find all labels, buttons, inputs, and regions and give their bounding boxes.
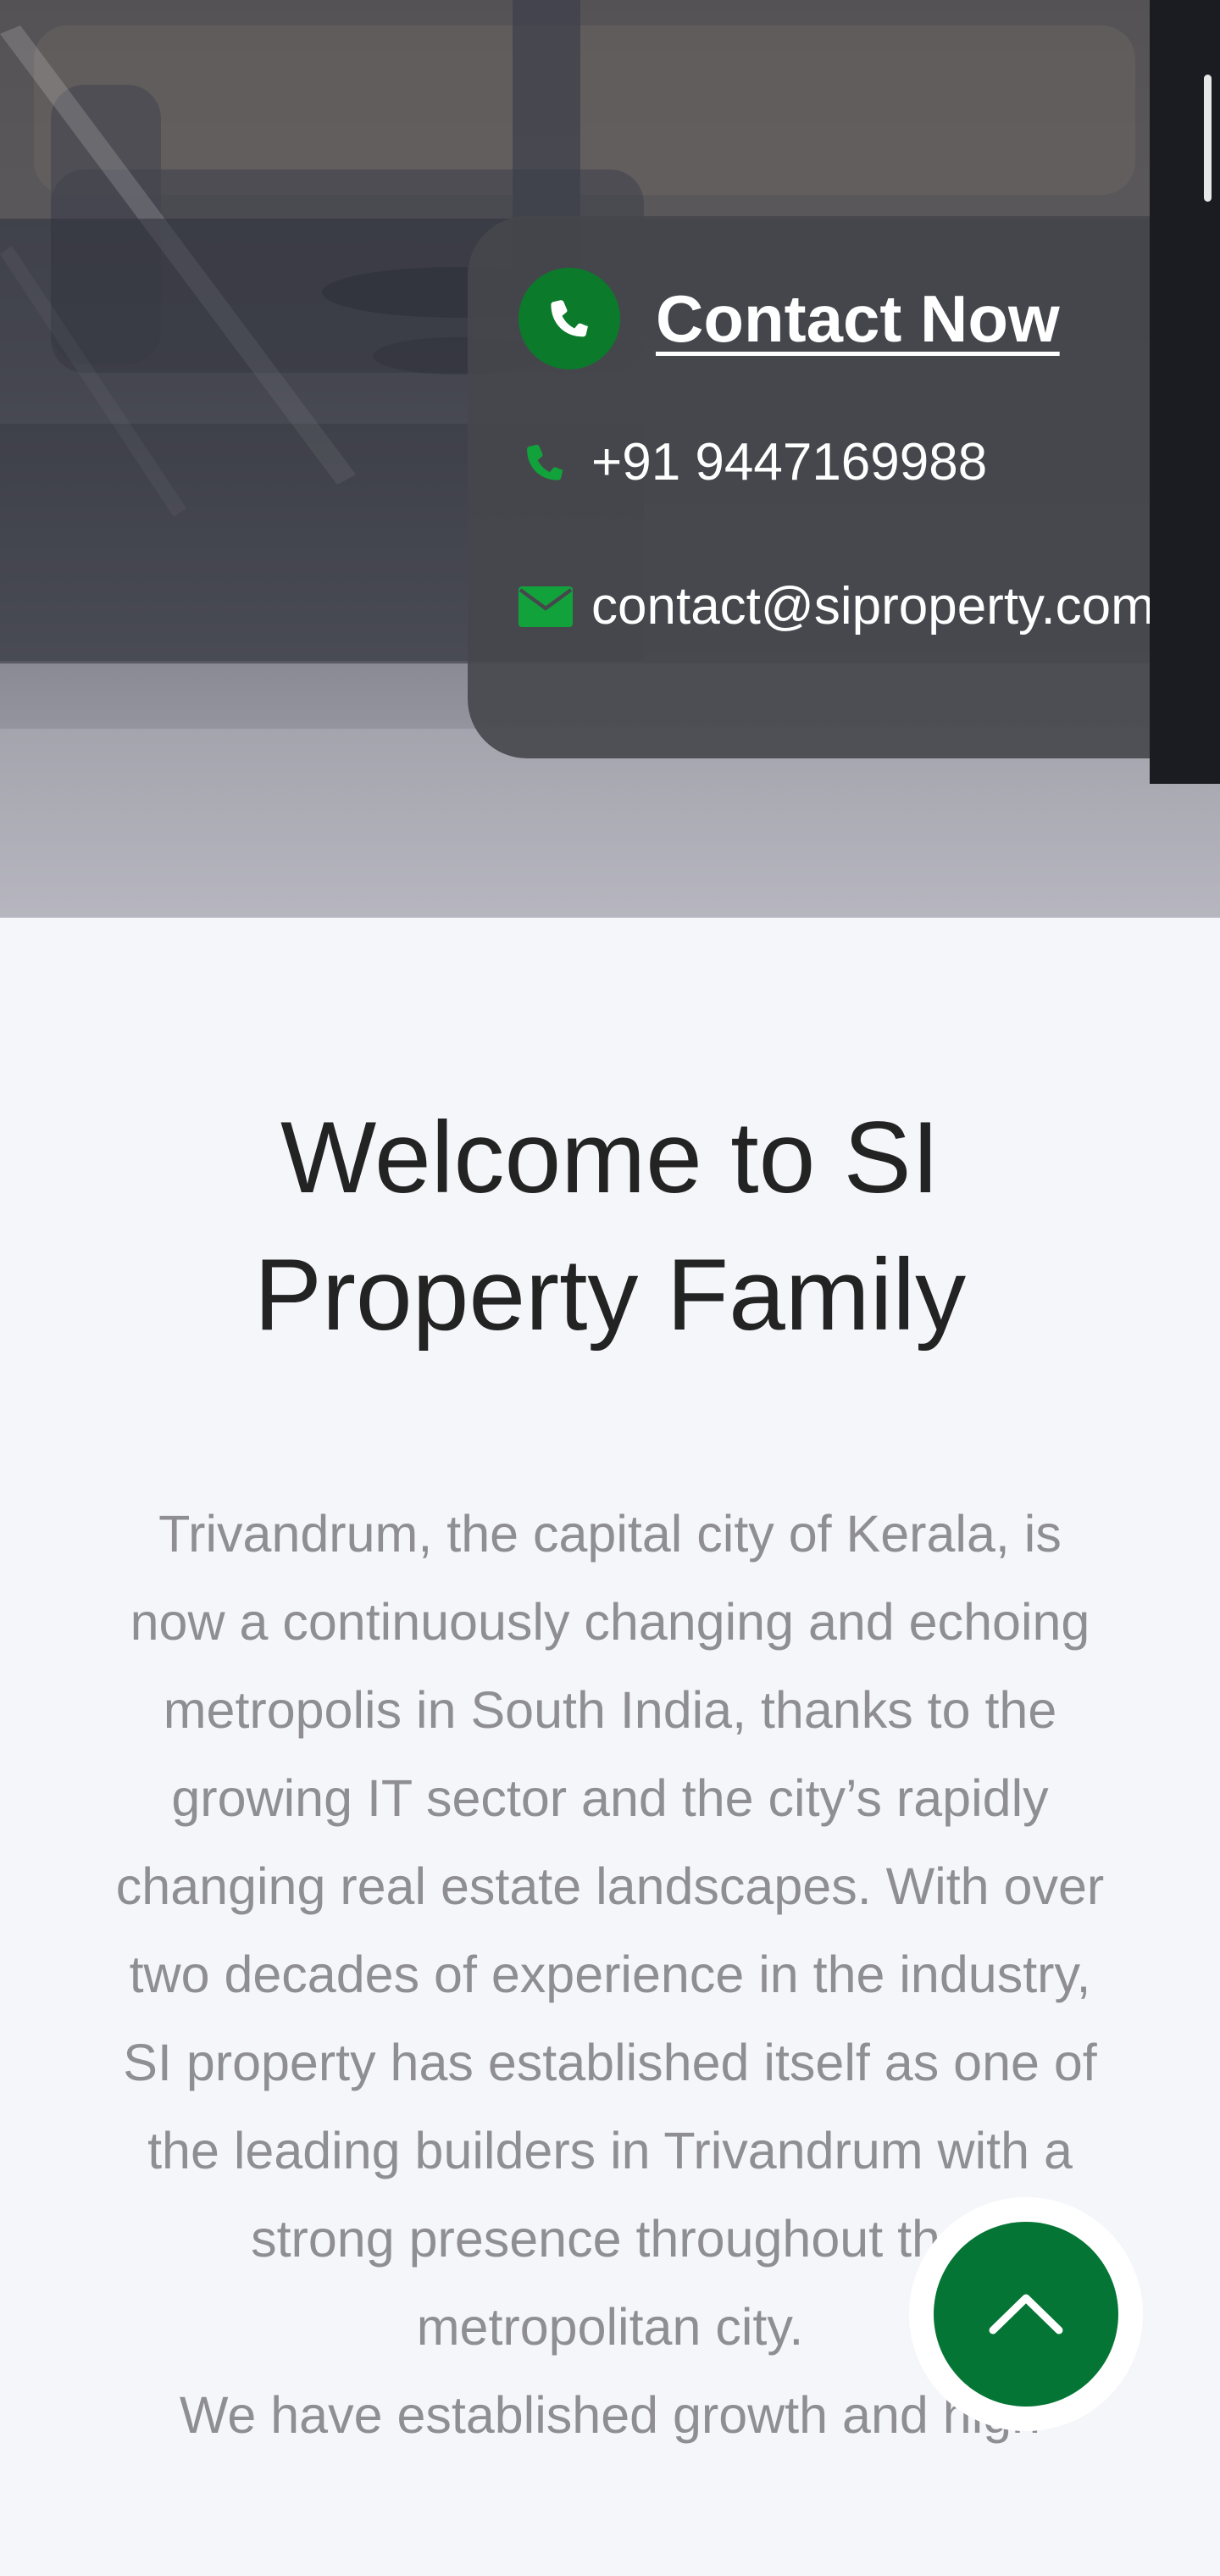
phone-icon (518, 436, 574, 489)
email-contact[interactable]: contact@siproperty.com (518, 576, 1155, 636)
envelope-icon (518, 586, 574, 628)
contact-now-row[interactable]: Contact Now (518, 268, 1060, 369)
hero-banner: Contact Now +91 9447169988 contact@sipro… (0, 0, 1220, 918)
phone-contact[interactable]: +91 9447169988 (518, 432, 987, 492)
scrollbar-thumb[interactable] (1204, 75, 1212, 202)
contact-now-link[interactable]: Contact Now (656, 280, 1060, 358)
back-to-top-circle[interactable] (934, 2222, 1118, 2407)
chevron-up-icon (988, 2290, 1064, 2340)
email-address[interactable]: contact@siproperty.com (591, 576, 1155, 636)
welcome-title: Welcome to SI Property Family (253, 1101, 967, 1352)
phone-icon (518, 268, 620, 369)
phone-number[interactable]: +91 9447169988 (591, 432, 987, 492)
back-to-top-button[interactable] (909, 2197, 1143, 2431)
